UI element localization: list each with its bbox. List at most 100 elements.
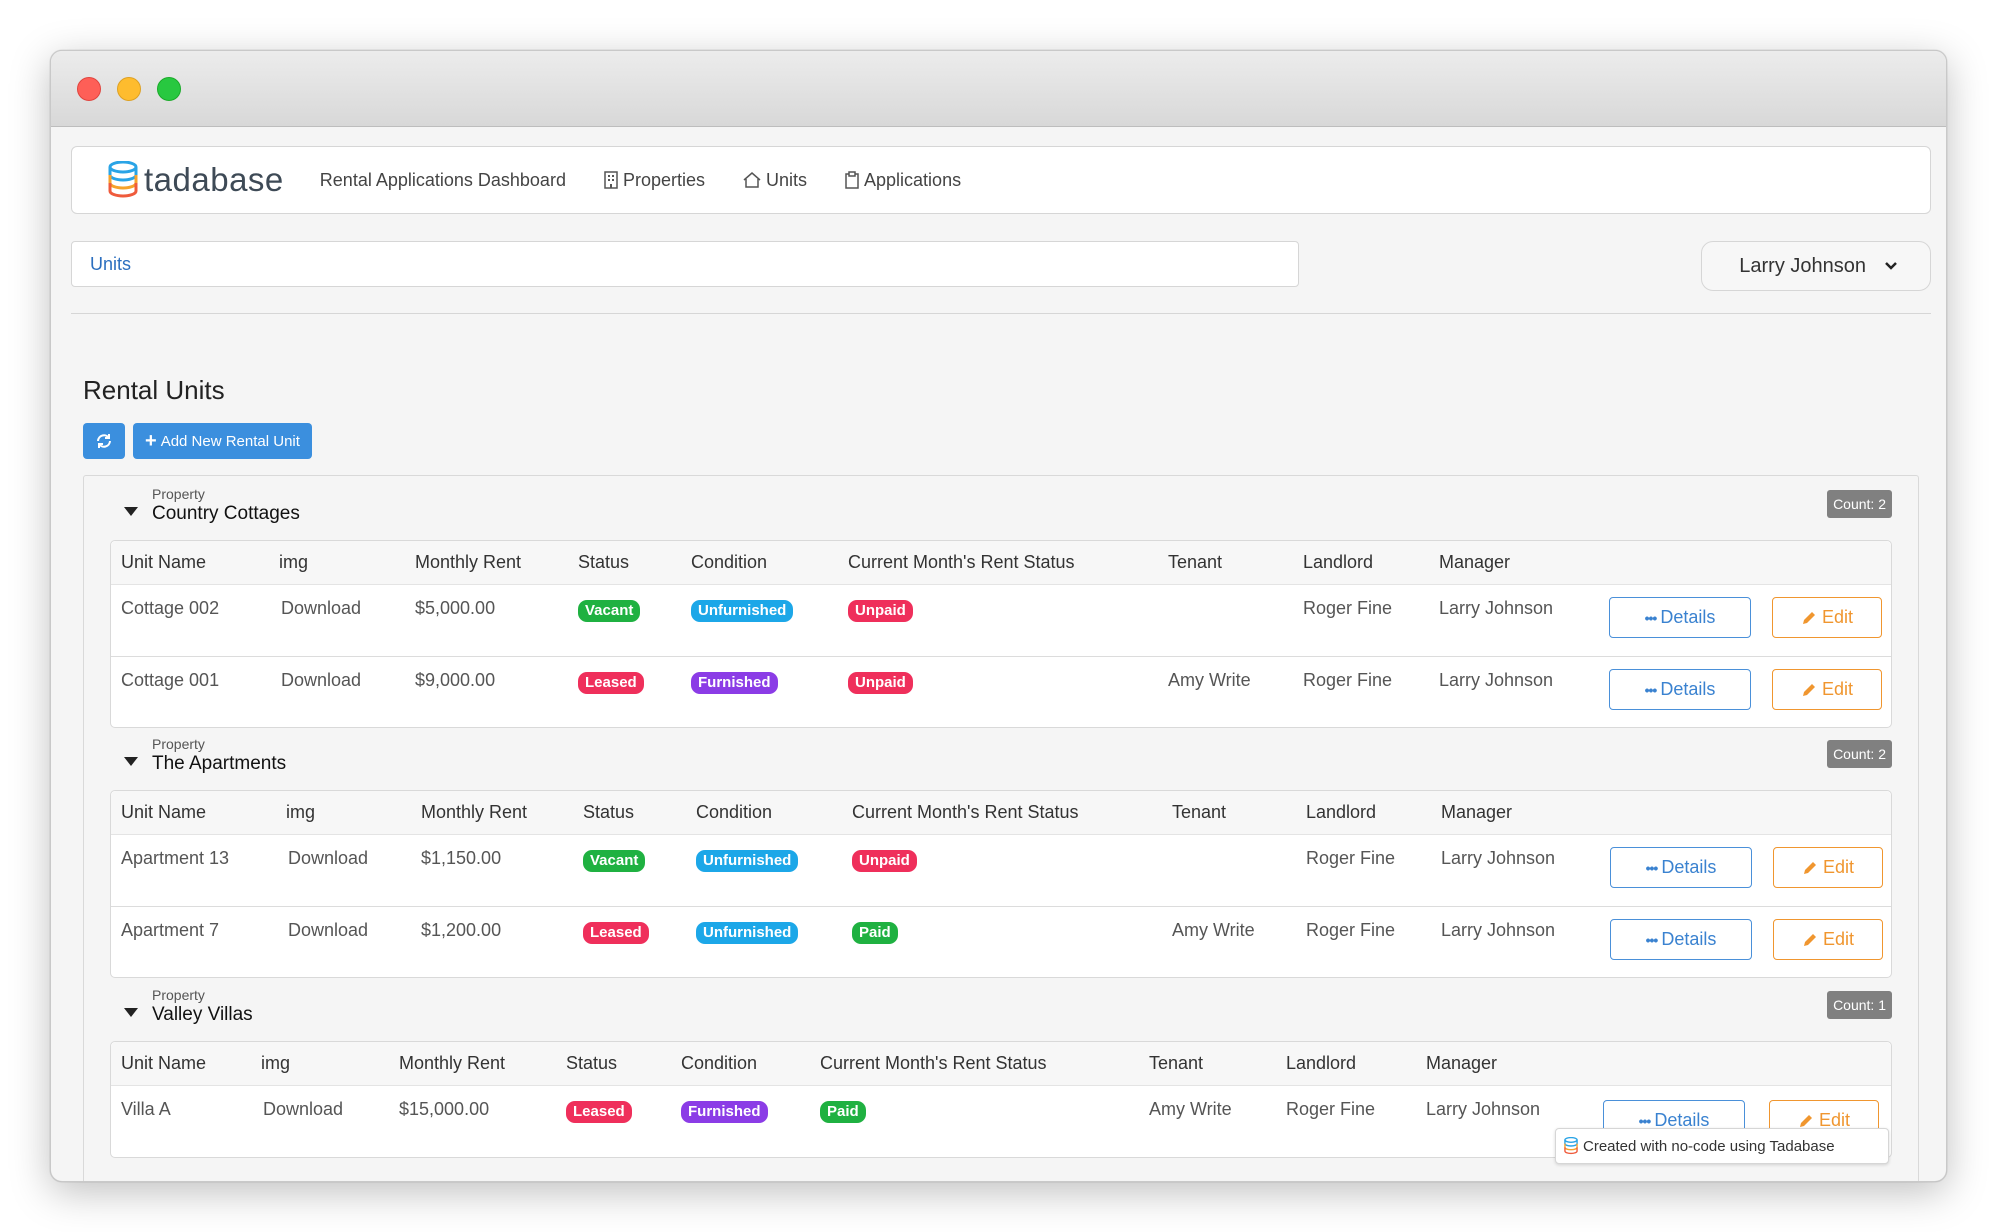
nav-units[interactable]: Units [743, 170, 807, 191]
col-rent-status[interactable]: Current Month's Rent Status [820, 1053, 1047, 1074]
caret-down-icon[interactable] [124, 1008, 138, 1017]
details-label: Details [1660, 607, 1716, 627]
tadabase-logo[interactable]: tadabase [108, 161, 284, 199]
col-manager[interactable]: Manager [1426, 1053, 1497, 1074]
breadcrumb-units-link[interactable]: Units [90, 254, 131, 275]
table-row: Apartment 7 Download $1,200.00 Leased Un… [111, 906, 1891, 977]
units-table: Unit Name img Monthly Rent Status Condit… [110, 540, 1892, 728]
col-monthly-rent[interactable]: Monthly Rent [399, 1053, 505, 1074]
col-condition[interactable]: Condition [696, 802, 772, 823]
img-download-link[interactable]: Download [281, 598, 361, 619]
col-monthly-rent[interactable]: Monthly Rent [421, 802, 527, 823]
status-badge: Vacant [578, 600, 641, 622]
col-status[interactable]: Status [578, 552, 629, 573]
col-unit-name[interactable]: Unit Name [121, 802, 206, 823]
minimize-window-button[interactable] [117, 77, 141, 101]
manager: Larry Johnson [1439, 598, 1554, 618]
nav-dashboard-label: Rental Applications Dashboard [319, 169, 566, 190]
tenant: Amy Write [1149, 1099, 1232, 1119]
col-condition[interactable]: Condition [681, 1053, 757, 1074]
grouped-units-table: Property Country Cottages Count: 2 Unit … [83, 475, 1919, 1181]
col-tenant[interactable]: Tenant [1172, 802, 1226, 823]
img-download-link[interactable]: Download [288, 848, 368, 869]
col-rent-status[interactable]: Current Month's Rent Status [848, 552, 1075, 573]
edit-button[interactable]: Edit [1772, 669, 1882, 710]
table-row: Apartment 13 Download $1,150.00 Vacant U… [111, 835, 1891, 906]
details-button[interactable]: ••• Details [1609, 669, 1751, 710]
edit-label: Edit [1822, 929, 1855, 949]
col-unit-name[interactable]: Unit Name [121, 1053, 206, 1074]
details-label: Details [1661, 857, 1717, 877]
group-name: The Apartments [152, 753, 287, 774]
rent-status-cell: Paid [852, 921, 898, 944]
maximize-window-button[interactable] [157, 77, 181, 101]
col-tenant[interactable]: Tenant [1149, 1053, 1203, 1074]
monthly-rent: $1,200.00 [421, 920, 502, 940]
group-header[interactable]: Property Country Cottages Count: 2 [84, 476, 1918, 532]
col-condition[interactable]: Condition [691, 552, 767, 573]
refresh-button[interactable] [83, 423, 125, 459]
count-badge: Count: 2 [1827, 490, 1892, 518]
dots-icon: ••• [1638, 1112, 1652, 1129]
pencil-icon [1803, 861, 1816, 874]
unit-name: Cottage 001 [121, 670, 220, 690]
top-navbar: tadabase Rental Applications Dashboard P… [71, 146, 1931, 214]
database-icon [1564, 1137, 1578, 1155]
manager: Larry Johnson [1426, 1099, 1541, 1119]
col-img[interactable]: img [261, 1053, 290, 1074]
title-bar [51, 51, 1946, 127]
plus-icon: + [145, 429, 157, 452]
rent-status-badge: Paid [852, 922, 898, 944]
col-landlord[interactable]: Landlord [1286, 1053, 1356, 1074]
condition-cell: Unfurnished [696, 921, 799, 944]
status-cell: Leased [578, 671, 644, 694]
col-tenant[interactable]: Tenant [1168, 552, 1222, 573]
col-landlord[interactable]: Landlord [1303, 552, 1373, 573]
group-header[interactable]: Property Valley Villas Count: 1 [84, 977, 1918, 1033]
details-button[interactable]: ••• Details [1609, 597, 1751, 638]
tadabase-credit-badge[interactable]: Created with no-code using Tadabase [1555, 1128, 1889, 1164]
add-new-rental-unit-button[interactable]: + Add New Rental Unit [133, 423, 312, 459]
col-rent-status[interactable]: Current Month's Rent Status [852, 802, 1079, 823]
col-unit-name[interactable]: Unit Name [121, 552, 206, 573]
group-header[interactable]: Property The Apartments Count: 2 [84, 726, 1918, 782]
col-status[interactable]: Status [566, 1053, 617, 1074]
landlord: Roger Fine [1286, 1099, 1376, 1119]
col-img[interactable]: img [279, 552, 308, 573]
monthly-rent: $1,150.00 [421, 848, 502, 868]
details-button[interactable]: ••• Details [1610, 919, 1752, 960]
condition-cell: Unfurnished [696, 849, 799, 872]
caret-down-icon[interactable] [124, 757, 138, 766]
edit-label: Edit [1821, 679, 1854, 699]
edit-button[interactable]: Edit [1772, 597, 1882, 638]
group-label: Property [152, 486, 205, 502]
col-monthly-rent[interactable]: Monthly Rent [415, 552, 521, 573]
col-manager[interactable]: Manager [1439, 552, 1510, 573]
caret-down-icon[interactable] [124, 507, 138, 516]
status-cell: Vacant [578, 599, 641, 622]
status-cell: Vacant [583, 849, 646, 872]
user-menu-button[interactable]: Larry Johnson [1701, 241, 1931, 291]
details-button[interactable]: ••• Details [1610, 847, 1752, 888]
col-status[interactable]: Status [583, 802, 634, 823]
status-cell: Leased [583, 921, 649, 944]
nav-dashboard[interactable]: Rental Applications Dashboard [320, 170, 566, 191]
property-group: Property Country Cottages Count: 2 Unit … [84, 476, 1918, 728]
dots-icon: ••• [1645, 859, 1659, 876]
img-download-link[interactable]: Download [281, 670, 361, 691]
img-download-link[interactable]: Download [263, 1099, 343, 1120]
monthly-rent: $5,000.00 [415, 598, 496, 618]
col-manager[interactable]: Manager [1441, 802, 1512, 823]
pencil-icon [1802, 683, 1815, 696]
nav-applications[interactable]: Applications [845, 170, 961, 191]
edit-button[interactable]: Edit [1773, 847, 1883, 888]
col-landlord[interactable]: Landlord [1306, 802, 1376, 823]
condition-badge: Unfurnished [691, 600, 794, 622]
nav-properties[interactable]: Properties [604, 170, 705, 191]
close-window-button[interactable] [77, 77, 101, 101]
img-download-link[interactable]: Download [288, 920, 368, 941]
user-name: Larry Johnson [1739, 254, 1866, 277]
database-icon [108, 161, 138, 198]
col-img[interactable]: img [286, 802, 315, 823]
edit-button[interactable]: Edit [1773, 919, 1883, 960]
